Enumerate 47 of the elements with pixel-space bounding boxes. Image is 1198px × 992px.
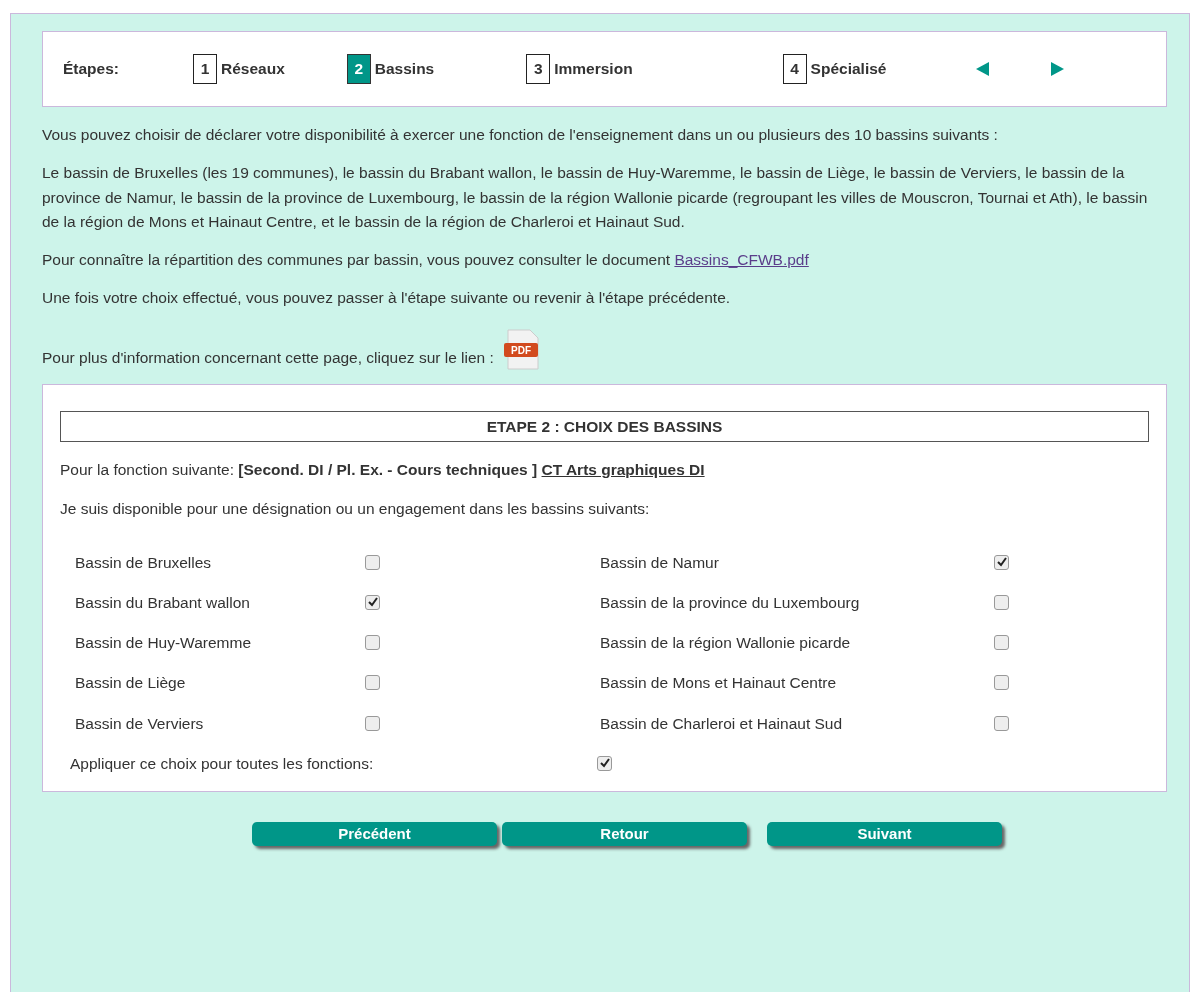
steps-label: Étapes: — [63, 59, 120, 80]
function-link[interactable]: CT Arts graphiques DI — [541, 461, 705, 479]
basin-label: Bassin de la province du Luxembourg — [600, 592, 861, 613]
step-number[interactable]: 2 — [346, 54, 371, 84]
basin-label: Bassin de Charleroi et Hainaut Sud — [600, 713, 844, 734]
paragraph: Le bassin de Bruxelles (les 19 communes), le bassin du Brabant wallon, le bassin de Huy-Waremme, le bassin de Liège, le bassin de Verviers, le bassin de la province de Namur, le bassin de la province de Luxembourg, le bassin de la région Wallonie picarde (regroupant les villes de Mouscron, Tournai et Ath), le bassin de la région de Mons et Hainaut Centre, et le bassin de la région de Charleroi et Hainaut Sud. — [42, 162, 1149, 233]
document-link[interactable]: Bassins_CFWB.pdf — [674, 251, 809, 269]
previous-arrow-icon[interactable] — [976, 62, 990, 76]
checkbox[interactable] — [994, 554, 1009, 570]
checkbox[interactable] — [994, 715, 1009, 731]
step-number[interactable]: 3 — [526, 54, 551, 84]
checkbox[interactable] — [597, 755, 612, 771]
previous-button[interactable]: Précédent — [252, 822, 497, 847]
basin-label: Bassin de Namur — [600, 552, 720, 573]
checkbox[interactable] — [994, 594, 1009, 610]
back-button[interactable]: Retour — [502, 822, 747, 847]
step-number[interactable]: 4 — [782, 54, 807, 84]
checkbox[interactable] — [365, 715, 380, 731]
section-title: ETAPE 2 : CHOIX DES BASSINS — [60, 410, 1149, 443]
basin-label: Bassin du Brabant wallon — [75, 592, 251, 613]
next-button[interactable]: Suivant — [767, 822, 1002, 847]
step-label[interactable]: Bassins — [374, 57, 435, 81]
basin-label: Bassin de Bruxelles — [75, 552, 213, 573]
checkbox[interactable] — [994, 635, 1009, 651]
basin-label: Bassin de Verviers — [75, 713, 205, 734]
step-label[interactable]: Réseaux — [221, 57, 285, 81]
checkbox[interactable] — [365, 554, 380, 570]
function-label: Pour la fonction suivante: — [60, 461, 236, 479]
function-category: [Second. DI / Pl. Ex. - Cours techniques ] — [238, 461, 539, 479]
checkbox[interactable] — [365, 675, 380, 691]
paragraph: Pour connaître la répartition des communes par bassin, vous pouvez consulter le document — [42, 251, 672, 269]
basin-label: Bassin de la région Wallonie picarde — [600, 633, 852, 654]
checkbox[interactable] — [994, 675, 1009, 691]
basin-label: Bassin de Huy-Waremme — [75, 633, 252, 654]
paragraph: Vous pouvez choisir de déclarer votre disponibilité à exercer une fonction de l'enseignement dans un ou plusieurs des 10 bassins suivants : — [42, 125, 999, 145]
step-number[interactable]: 1 — [193, 54, 217, 84]
apply-all-label: Appliquer ce choix pour toutes les fonctions: — [70, 753, 375, 774]
paragraph: Une fois votre choix effectué, vous pouvez passer à l'étape suivante ou revenir à l'étape précédente. — [42, 288, 732, 308]
step-label[interactable]: Immersion — [554, 57, 633, 81]
checkbox[interactable] — [365, 635, 380, 651]
paragraph: Pour plus d'information concernant cette page, cliquez sur le lien : — [42, 348, 494, 368]
basin-label: Bassin de Mons et Hainaut Centre — [600, 673, 838, 694]
checkbox[interactable] — [365, 594, 380, 610]
next-arrow-icon[interactable] — [1051, 62, 1065, 76]
availability-text: Je suis disponible pour une désignation ou un engagement dans les bassins suivants: — [60, 499, 651, 520]
step-label[interactable]: Spécialisé — [810, 57, 887, 81]
basin-label: Bassin de Liège — [75, 673, 187, 694]
